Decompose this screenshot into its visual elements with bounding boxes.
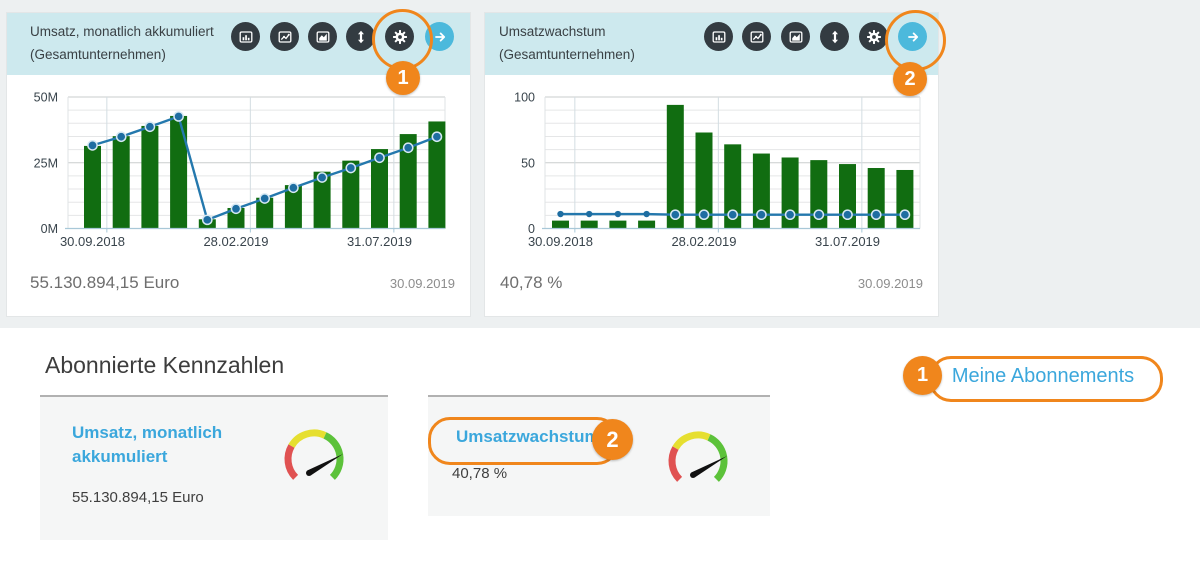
kpi-current-value: 55.130.894,15 Euro	[30, 273, 179, 293]
kpi-as-of-date: 30.09.2019	[858, 276, 923, 291]
arrow-right-icon	[432, 29, 448, 45]
value-range-button[interactable]	[820, 22, 849, 51]
line-marker[interactable]	[174, 112, 183, 121]
line-chart-view-button[interactable]	[742, 22, 771, 51]
bar[interactable]	[141, 126, 158, 229]
bar[interactable]	[609, 221, 626, 229]
line-marker[interactable]	[757, 210, 766, 219]
value-range-icon	[353, 29, 369, 45]
line-marker[interactable]	[88, 141, 97, 150]
bar[interactable]	[84, 146, 101, 229]
gauge-arc-red	[672, 448, 680, 479]
card-title-line1: Umsatzwachstum	[456, 425, 600, 449]
gauge-arc-green	[709, 437, 724, 479]
line-marker[interactable]	[872, 210, 881, 219]
line-marker[interactable]	[145, 122, 154, 131]
card-link-umsatz[interactable]: Umsatz, monatlich akkumuliert	[72, 421, 222, 469]
line-marker[interactable]	[117, 132, 126, 141]
value-range-icon	[827, 29, 843, 45]
line-marker[interactable]	[404, 143, 413, 152]
gauge-arc-green	[325, 435, 340, 477]
line-marker[interactable]	[615, 211, 621, 217]
panel-title: Umsatz, monatlich akkumuliert (Gesamtunt…	[30, 20, 214, 66]
settings-icon	[866, 29, 882, 45]
gauge-arc-yellow	[676, 435, 710, 448]
panel-title-line2: (Gesamtunternehmen)	[30, 43, 214, 66]
bar[interactable]	[581, 221, 598, 229]
dashboard-page: Umsatz, monatlich akkumuliert (Gesamtunt…	[0, 0, 1200, 576]
line-marker[interactable]	[814, 210, 823, 219]
gauge-icon	[272, 421, 356, 481]
line-marker[interactable]	[900, 210, 909, 219]
panel-title: Umsatzwachstum (Gesamtunternehmen)	[499, 20, 635, 66]
gauge-needle-hub	[690, 472, 696, 478]
card-title-line2: akkumuliert	[72, 445, 222, 469]
gauge-arc-yellow	[292, 433, 326, 446]
subscription-card-umsatz: Umsatz, monatlich akkumuliert 55.130.894…	[40, 395, 388, 540]
meine-abonnements-link[interactable]: Meine Abonnements	[929, 356, 1157, 396]
area-chart-icon	[788, 29, 804, 45]
bar-chart-icon	[711, 29, 727, 45]
bar[interactable]	[552, 221, 569, 229]
line-marker[interactable]	[786, 210, 795, 219]
gauge-arc-red	[288, 446, 296, 477]
gauge-needle-hub	[306, 470, 312, 476]
panel-title-line2: (Gesamtunternehmen)	[499, 43, 635, 66]
kpi-current-value: 40,78 %	[500, 273, 562, 293]
bar-chart-view-button[interactable]	[704, 22, 733, 51]
card-title-line1: Umsatz, monatlich	[72, 421, 222, 445]
settings-button[interactable]	[859, 22, 888, 51]
line-marker[interactable]	[728, 210, 737, 219]
line-marker[interactable]	[843, 210, 852, 219]
open-detail-button[interactable]	[898, 22, 927, 51]
callout-badge-1: 1	[386, 61, 420, 95]
line-chart-icon	[749, 29, 765, 45]
line-marker[interactable]	[643, 211, 649, 217]
area-chart-icon	[315, 29, 331, 45]
arrow-right-icon	[905, 29, 921, 45]
panel-header: Umsatzwachstum (Gesamtunternehmen)	[485, 13, 938, 75]
bar[interactable]	[113, 136, 130, 228]
kpi-as-of-date: 30.09.2019	[390, 276, 455, 291]
line-marker[interactable]	[699, 210, 708, 219]
line-marker[interactable]	[318, 173, 327, 182]
callout-badge-link: 1	[903, 356, 942, 395]
line-chart-view-button[interactable]	[270, 22, 299, 51]
callout-badge-card: 2	[592, 419, 633, 460]
line-marker[interactable]	[231, 204, 240, 213]
line-marker[interactable]	[260, 194, 269, 203]
line-marker[interactable]	[346, 163, 355, 172]
line-marker[interactable]	[289, 183, 298, 192]
line-marker[interactable]	[671, 210, 680, 219]
line-marker[interactable]	[586, 211, 592, 217]
line-chart-icon	[277, 29, 293, 45]
line-marker[interactable]	[432, 132, 441, 141]
area-chart-view-button[interactable]	[781, 22, 810, 51]
bar-chart-view-button[interactable]	[231, 22, 260, 51]
bar[interactable]	[170, 116, 187, 229]
gauge-icon	[656, 423, 740, 483]
panel-title-line1: Umsatzwachstum	[499, 20, 635, 43]
value-range-button[interactable]	[346, 22, 375, 51]
settings-button[interactable]	[385, 22, 414, 51]
callout-badge-2: 2	[893, 62, 927, 96]
panel-title-line1: Umsatz, monatlich akkumuliert	[30, 20, 214, 43]
line-marker[interactable]	[203, 215, 212, 224]
bar-chart-icon	[238, 29, 254, 45]
bar[interactable]	[638, 221, 655, 229]
area-chart-view-button[interactable]	[308, 22, 337, 51]
settings-icon	[392, 29, 408, 45]
line-marker[interactable]	[375, 153, 384, 162]
open-detail-button[interactable]	[425, 22, 454, 51]
section-heading: Abonnierte Kennzahlen	[45, 352, 284, 379]
card-value: 40,78 %	[452, 465, 507, 482]
card-link-umsatzwachstum[interactable]: Umsatzwachstum	[456, 425, 600, 449]
line-marker[interactable]	[557, 211, 563, 217]
card-value: 55.130.894,15 Euro	[72, 489, 204, 506]
